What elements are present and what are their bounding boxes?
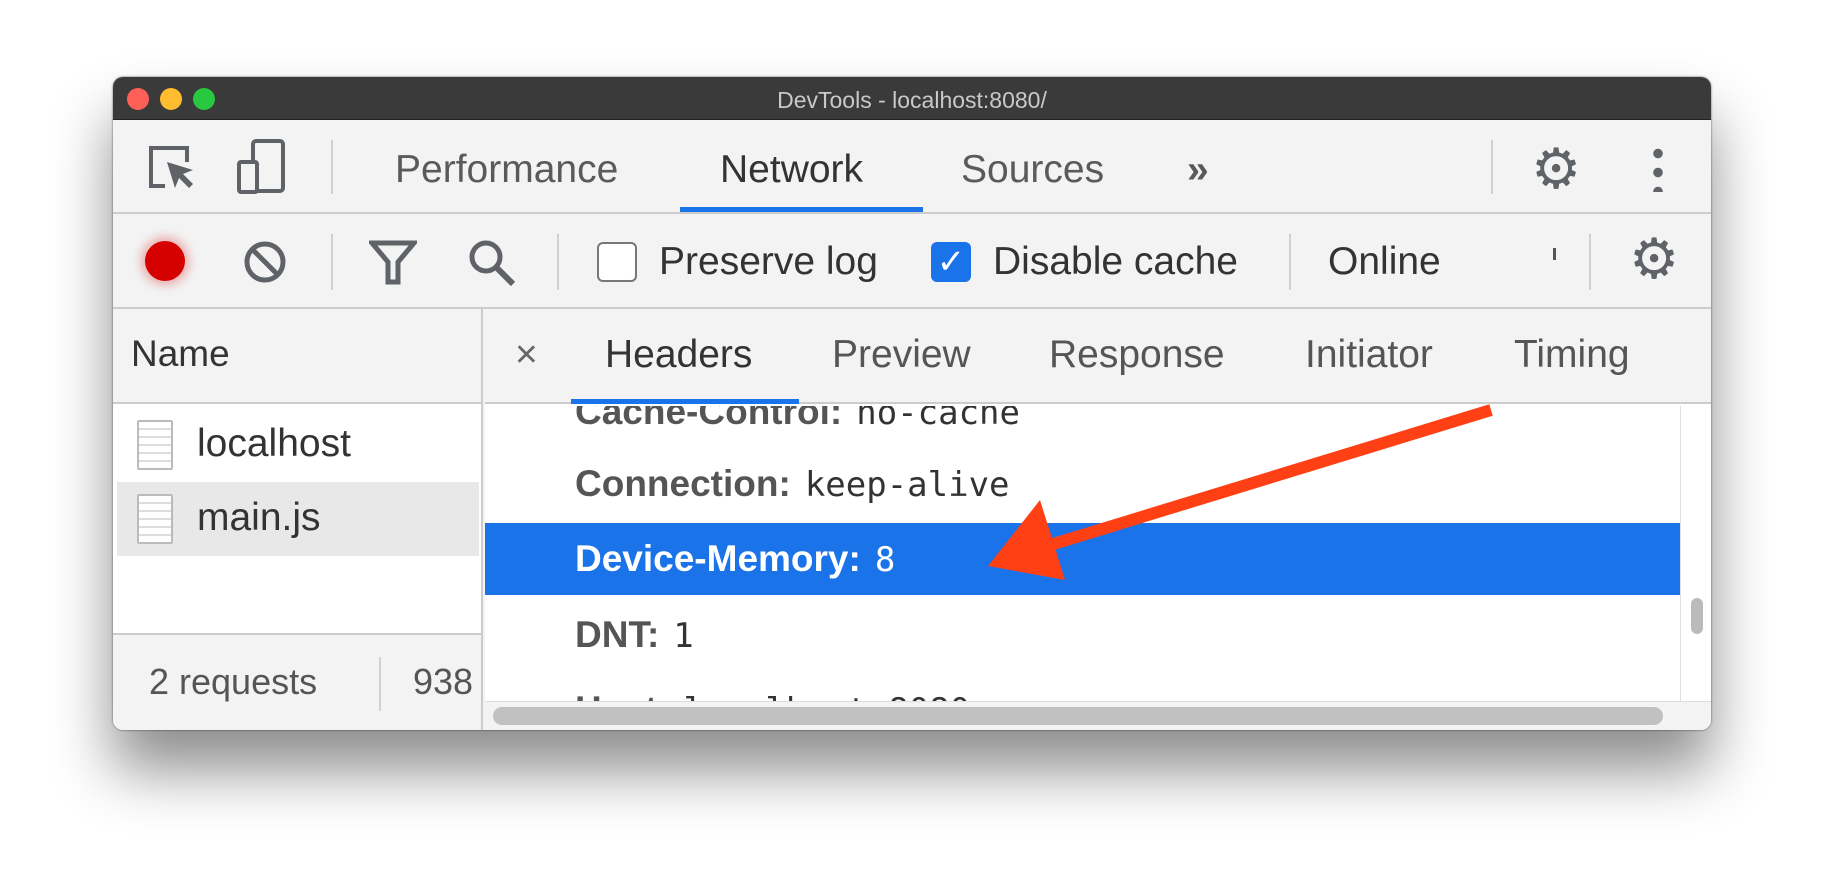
arrow-shaft xyxy=(1048,404,1493,551)
annotation-arrow xyxy=(988,404,1493,580)
